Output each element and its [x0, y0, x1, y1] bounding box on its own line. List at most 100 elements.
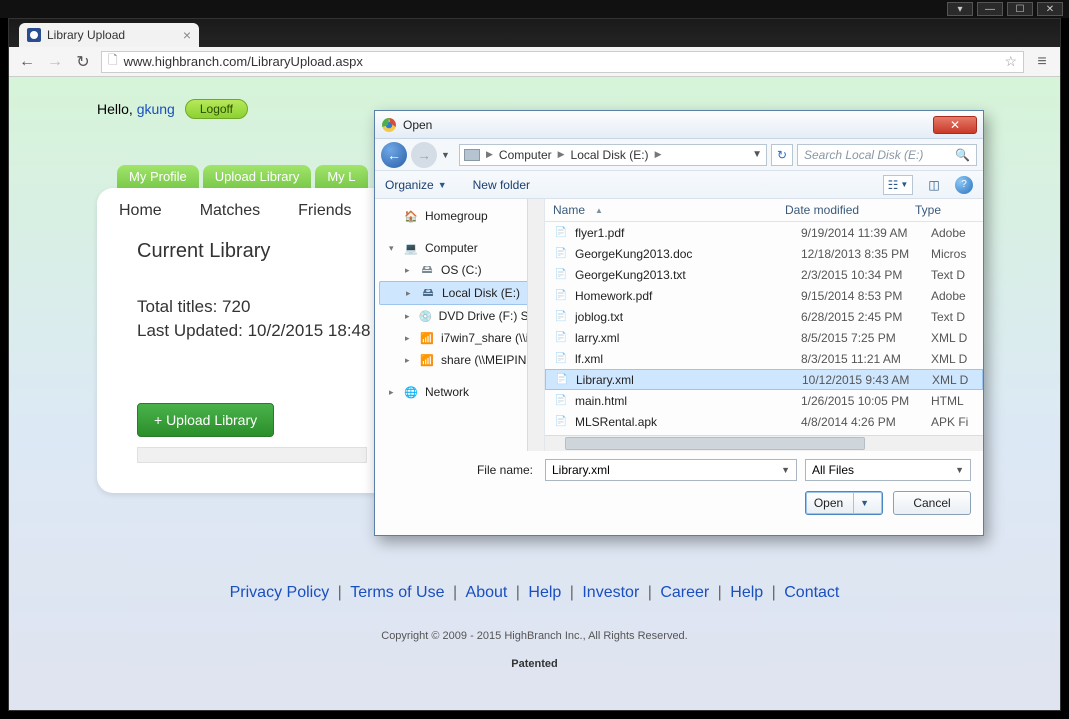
os-maximize-button[interactable]: ☐: [1007, 2, 1033, 16]
nav-tree-item[interactable]: 📶i7win7_share (\\i7: [379, 327, 540, 349]
footer-link[interactable]: Help: [730, 584, 763, 601]
chevron-right-icon[interactable]: ▶: [653, 149, 664, 160]
tab-my-profile[interactable]: My Profile: [117, 165, 199, 188]
file-type: XML D: [932, 373, 974, 387]
sublink-matches[interactable]: Matches: [200, 202, 260, 220]
ico-dvd-icon: 💿: [418, 308, 432, 324]
address-bar[interactable]: 🗋 www.highbranch.com/LibraryUpload.aspx …: [101, 51, 1024, 73]
logoff-button[interactable]: Logoff: [185, 99, 248, 119]
reload-button[interactable]: ↻: [73, 52, 93, 72]
dialog-search-input[interactable]: Search Local Disk (E:) 🔍: [797, 144, 977, 166]
column-date[interactable]: Date modified: [785, 203, 915, 217]
fi-apk-icon: 📄: [553, 414, 569, 430]
username-link[interactable]: gkung: [137, 101, 175, 117]
nav-scrollbar-thumb[interactable]: [529, 201, 543, 241]
footer-link[interactable]: Privacy Policy: [230, 584, 330, 601]
column-headers[interactable]: Name ▲ Date modified Type: [545, 199, 983, 222]
dialog-close-button[interactable]: ✕: [933, 116, 977, 134]
total-titles-label: Total titles:: [137, 297, 222, 316]
forward-button[interactable]: →: [45, 52, 65, 72]
nav-tree-item[interactable]: 💻Computer: [379, 237, 540, 259]
chevron-down-icon[interactable]: ▼: [860, 498, 874, 508]
nav-tree-item[interactable]: [379, 371, 540, 381]
expand-icon[interactable]: [405, 355, 413, 366]
file-name: larry.xml: [575, 331, 801, 345]
dialog-history-dropdown[interactable]: ▼: [441, 150, 455, 160]
footer-link[interactable]: Terms of Use: [350, 584, 444, 601]
dialog-back-button[interactable]: ←: [381, 142, 407, 168]
file-row[interactable]: 📄larry.xml8/5/2015 7:25 PMXML D: [545, 327, 983, 348]
expand-icon[interactable]: [406, 288, 414, 299]
file-name: Homework.pdf: [575, 289, 801, 303]
nav-tree-item[interactable]: 🏠Homegroup: [379, 205, 540, 227]
file-row[interactable]: 📄lf.xml8/3/2015 11:21 AMXML D: [545, 348, 983, 369]
column-name[interactable]: Name ▲: [553, 203, 785, 217]
new-folder-button[interactable]: New folder: [473, 178, 530, 192]
dialog-titlebar[interactable]: Open ✕: [375, 111, 983, 139]
browser-tab[interactable]: Library Upload ×: [19, 23, 199, 47]
expand-icon[interactable]: [405, 333, 413, 344]
chevron-right-icon[interactable]: ▶: [556, 149, 567, 160]
browser-menu-button[interactable]: ≡: [1032, 52, 1052, 72]
sublink-friends[interactable]: Friends: [298, 202, 351, 220]
preview-pane-button[interactable]: ◫: [923, 175, 945, 195]
file-type: APK Fi: [931, 415, 975, 429]
nav-tree-item[interactable]: 🖴Local Disk (E:): [379, 281, 540, 305]
breadcrumb-path[interactable]: Local Disk (E:): [571, 148, 649, 162]
help-button[interactable]: ?: [955, 176, 973, 194]
file-row[interactable]: 📄flyer1.pdf9/19/2014 11:39 AMAdobe: [545, 222, 983, 243]
footer-link[interactable]: Investor: [582, 584, 639, 601]
h-scrollbar-thumb[interactable]: [565, 437, 865, 450]
file-row[interactable]: 📄main.html1/26/2015 10:05 PMHTML: [545, 390, 983, 411]
chevron-right-icon[interactable]: ▶: [484, 149, 495, 160]
filename-input[interactable]: Library.xml ▼: [545, 459, 797, 481]
tab-title: Library Upload: [47, 28, 125, 42]
tab-close-button[interactable]: ×: [183, 27, 191, 43]
tab-upload-library[interactable]: Upload Library: [203, 165, 312, 188]
chevron-down-icon[interactable]: ▼: [781, 465, 790, 475]
nav-tree-item[interactable]: [379, 227, 540, 237]
os-minimize-button[interactable]: —: [977, 2, 1003, 16]
sublink-home[interactable]: Home: [119, 202, 162, 220]
os-dropdown-button[interactable]: ▾: [947, 2, 973, 16]
file-row[interactable]: 📄Library.xml10/12/2015 9:43 AMXML D: [545, 369, 983, 390]
upload-library-button[interactable]: + Upload Library: [137, 403, 274, 437]
footer-link[interactable]: Help: [528, 584, 561, 601]
file-row[interactable]: 📄GeorgeKung2013.txt2/3/2015 10:34 PMText…: [545, 264, 983, 285]
cancel-button[interactable]: Cancel: [893, 491, 971, 515]
organize-menu[interactable]: Organize ▼: [385, 178, 447, 192]
footer-link[interactable]: About: [466, 584, 508, 601]
view-mode-button[interactable]: ☷ ▼: [883, 175, 913, 195]
nav-tree-item[interactable]: 🌐Network: [379, 381, 540, 403]
expand-icon[interactable]: [389, 387, 397, 398]
patented-text: Patented: [9, 658, 1060, 670]
footer-link[interactable]: Career: [660, 584, 709, 601]
dialog-forward-button[interactable]: →: [411, 142, 437, 168]
nav-tree-item[interactable]: 🖴OS (C:): [379, 259, 540, 281]
column-type[interactable]: Type: [915, 203, 975, 217]
expand-icon[interactable]: [389, 243, 397, 254]
breadcrumb-dropdown[interactable]: ▼: [752, 149, 762, 160]
horizontal-scrollbar[interactable]: [545, 435, 983, 451]
nav-tree-item[interactable]: 📶share (\\MEIPING: [379, 349, 540, 371]
navigation-pane[interactable]: 🏠Homegroup 💻Computer🖴OS (C:)🖴Local Disk (…: [375, 199, 545, 451]
filetype-select[interactable]: All Files ▼: [805, 459, 971, 481]
search-icon[interactable]: 🔍: [955, 148, 970, 162]
tab-my-l[interactable]: My L: [315, 165, 367, 188]
file-row[interactable]: 📄joblog.txt6/28/2015 2:45 PMText D: [545, 306, 983, 327]
breadcrumb-bar[interactable]: ▶ Computer ▶ Local Disk (E:) ▶ ▼: [459, 144, 767, 166]
file-row[interactable]: 📄MLSRental.apk4/8/2014 4:26 PMAPK Fi: [545, 411, 983, 432]
bookmark-star-icon[interactable]: ☆: [1004, 53, 1017, 70]
open-button[interactable]: Open ▼: [805, 491, 883, 515]
dialog-refresh-button[interactable]: ↻: [771, 144, 793, 166]
footer-link[interactable]: Contact: [784, 584, 839, 601]
back-button[interactable]: ←: [17, 52, 37, 72]
expand-icon[interactable]: [405, 265, 413, 276]
nav-tree-item[interactable]: 💿DVD Drive (F:) SQ: [379, 305, 540, 327]
file-row[interactable]: 📄Homework.pdf9/15/2014 8:53 PMAdobe: [545, 285, 983, 306]
breadcrumb-root[interactable]: Computer: [499, 148, 552, 162]
os-close-button[interactable]: ✕: [1037, 2, 1063, 16]
file-row[interactable]: 📄GeorgeKung2013.doc12/18/2013 8:35 PMMic…: [545, 243, 983, 264]
chevron-down-icon[interactable]: ▼: [955, 465, 964, 475]
expand-icon[interactable]: [405, 311, 412, 322]
